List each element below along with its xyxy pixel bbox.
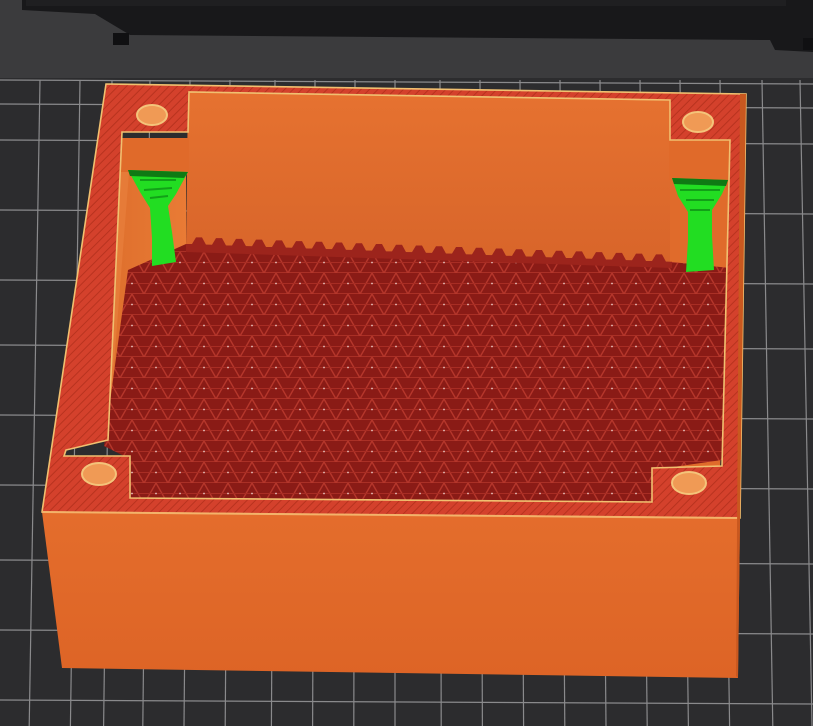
hole-back-left (136, 104, 168, 126)
hole-back-right (682, 111, 714, 133)
hole-front-right (671, 471, 707, 495)
infill-floor (104, 244, 730, 502)
back-inner-wall (186, 92, 672, 262)
scene-canvas[interactable] (0, 0, 813, 726)
slicer-3d-viewport[interactable] (0, 0, 813, 726)
front-outer-wall (42, 512, 740, 678)
support-block-left (121, 138, 189, 172)
printer-frame (0, 0, 813, 80)
support-block-right (669, 138, 730, 180)
hole-front-left (81, 462, 117, 486)
